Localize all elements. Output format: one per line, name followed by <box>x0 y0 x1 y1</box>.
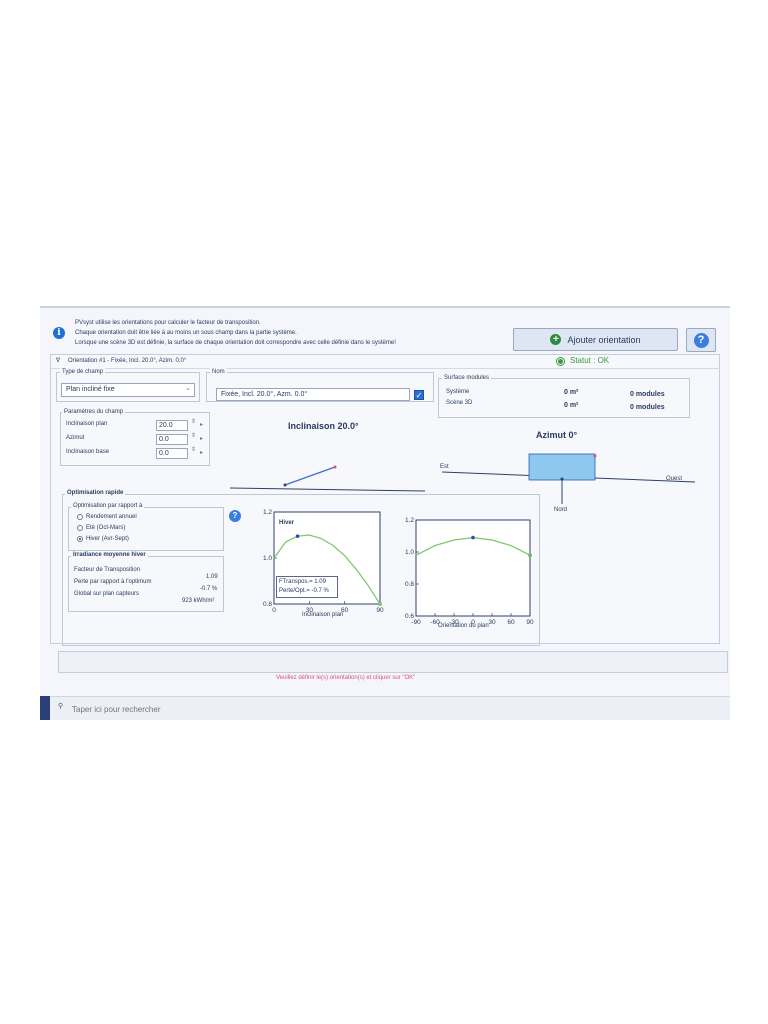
status-badge: Statut : OK <box>570 356 610 365</box>
y-tick-label: 0.8 <box>405 581 414 588</box>
name-value: Fixée, Incl. 20.0°, Azm. 0.0° <box>221 391 308 398</box>
west-label: Ouest <box>666 476 683 482</box>
radio-summer[interactable] <box>77 525 83 531</box>
info-line-1: PVsyst utilise les orientations pour cal… <box>75 320 261 326</box>
north-label: Nord <box>554 507 568 513</box>
tilt-chart-title: Hiver <box>279 520 295 526</box>
surface-scene-modules: 0 modules <box>630 404 665 411</box>
info-icon: i <box>53 327 65 339</box>
warning-message: Veuillez définir le(s) orientation(s) et… <box>276 675 416 681</box>
param-azimuth-spinner[interactable]: ⇕ <box>191 432 196 440</box>
info-line-2: Chaque orientation doit être liée à au m… <box>75 330 297 336</box>
azimuth-chart: -90 -60 -30 0 30 60 900.60.81.01.2 <box>405 517 534 626</box>
field-type-value: Plan incliné fixe <box>66 386 115 393</box>
surface-system-label: Système <box>446 389 470 395</box>
param-tilt-spinner[interactable]: ⇕ <box>191 418 196 426</box>
x-tick-label: 30 <box>488 619 496 626</box>
inclination-title: Inclinaison 20.0° <box>288 421 359 431</box>
global-on-plane-label: Global sur plan capteurs <box>74 591 140 597</box>
inclination-diagram <box>229 465 426 492</box>
tilt-chart-annotation-2: Perte/Opt.= -0.7 % <box>279 588 329 594</box>
azimuth-tip <box>593 454 597 458</box>
radio-winter[interactable] <box>77 536 83 542</box>
param-tilt-label: Inclinaison plan <box>66 421 108 427</box>
transposition-factor-value: 1.09 <box>206 574 218 580</box>
loss-vs-optimum-label: Perte par rapport à l'optimum <box>74 579 152 585</box>
x-tick-label: 90 <box>526 619 534 626</box>
surface-scene-area: 0 m² <box>564 402 579 409</box>
plus-icon: + <box>550 334 562 345</box>
name-checkbox[interactable]: ✓ <box>414 390 424 400</box>
y-tick-label: 1.2 <box>405 517 414 524</box>
start-edge[interactable] <box>40 696 50 720</box>
param-base-arrow-icon[interactable]: ▸ <box>200 449 203 457</box>
param-base-label: Inclinaison base <box>66 449 110 455</box>
field-params-legend: Paramètres du champ <box>62 408 126 416</box>
loss-vs-optimum-value: -0.7 % <box>200 586 218 592</box>
field-type-legend: Type de champ <box>60 368 106 376</box>
x-tick-label: -90 <box>411 619 421 626</box>
surface-modules-legend: Surface modules <box>442 374 492 382</box>
current-point <box>471 535 475 540</box>
help-icon: ? <box>693 332 709 348</box>
search-icon[interactable]: ⚲ <box>58 702 63 711</box>
name-input[interactable]: Fixée, Incl. 20.0°, Azm. 0.0° <box>216 388 410 401</box>
pvsyst-window: i PVsyst utilise les orientations pour c… <box>40 306 730 720</box>
surface-scene-label: Scène 3D <box>446 400 473 406</box>
info-line-3: Lorsque une scène 3D est définie, la sur… <box>75 340 396 346</box>
param-azimuth-arrow-icon[interactable]: ▸ <box>200 435 203 443</box>
x-tick-label: 60 <box>507 619 515 626</box>
param-azimuth-label: Azimut <box>66 435 85 441</box>
plane-pivot <box>283 483 287 487</box>
global-on-plane-value: 923 kWh/m² <box>182 598 215 604</box>
azimuth-pivot <box>560 477 564 481</box>
east-label: Est <box>440 464 449 470</box>
radio-winter-label: Hiver (Avr-Sept) <box>86 536 129 542</box>
azimuth-title: Azimut 0° <box>536 430 578 440</box>
radio-annual[interactable] <box>77 514 83 520</box>
tilted-plane-line <box>284 466 336 486</box>
ground-line <box>229 487 426 492</box>
azimuth-chart-xlabel: Orientation du plan <box>438 623 489 629</box>
status-bar <box>58 651 728 673</box>
tilt-chart-annotation-1: FTranspos.= 1.09 <box>279 579 326 585</box>
x-tick-label: 0 <box>272 607 276 614</box>
add-orientation-button[interactable]: + Ajouter orientation <box>513 328 678 351</box>
quick-optimisation-title: Optimisation rapide <box>65 489 126 497</box>
param-base-spinner[interactable]: ⇕ <box>191 446 196 454</box>
transposition-factor-label: Facteur de Transposition <box>74 567 141 573</box>
add-orientation-label: Ajouter orientation <box>567 334 641 345</box>
radio-summer-label: Eté (Oct-Mars) <box>86 525 126 531</box>
optimise-for-legend: Optimisation par rapport à <box>71 502 145 510</box>
param-base-input[interactable]: 0.0 <box>156 448 188 459</box>
quick-help-icon[interactable]: ? <box>229 510 241 522</box>
y-tick-label: 1.0 <box>405 549 414 556</box>
param-tilt-input[interactable]: 20.0 <box>156 420 188 431</box>
irradiance-title: Irradiance moyenne hiver <box>71 551 148 559</box>
current-point <box>295 534 300 538</box>
y-tick-label: 0.8 <box>263 601 272 608</box>
x-tick-label: 90 <box>376 607 384 614</box>
name-legend: Nom <box>210 368 227 376</box>
y-tick-label: 1.2 <box>263 509 272 516</box>
status-ok-icon <box>556 357 565 366</box>
plane-tip <box>333 465 337 469</box>
surface-system-modules: 0 modules <box>630 391 665 398</box>
plot-area <box>415 519 531 617</box>
y-tick-label: 1.0 <box>263 555 272 562</box>
field-type-select[interactable]: Plan incliné fixe <box>61 383 195 397</box>
y-tick-label: 0.6 <box>405 613 414 620</box>
surface-system-area: 0 m² <box>564 389 579 396</box>
module-rectangle <box>528 453 596 481</box>
param-azimuth-input[interactable]: 0.0 <box>156 434 188 445</box>
taskbar-search-input[interactable] <box>70 701 234 717</box>
collapse-chevron-icon[interactable]: ∇ <box>56 357 60 365</box>
param-tilt-arrow-icon[interactable]: ▸ <box>200 421 203 429</box>
radio-annual-label: Rendement annuel <box>86 514 137 520</box>
help-button[interactable]: ? <box>686 328 716 352</box>
orientation-title: Orientation #1 - Fixée, Incl. 20.0°, Azi… <box>68 358 187 364</box>
tilt-chart: 0 30 60 900.81.01.2 <box>263 509 384 614</box>
chevron-down-icon[interactable]: ⌄ <box>185 384 191 393</box>
tilt-chart-xlabel: Inclinaison plan <box>302 612 344 618</box>
